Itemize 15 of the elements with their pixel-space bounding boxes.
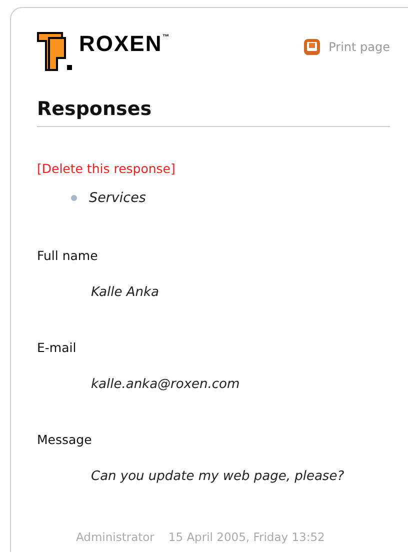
date-text: 15 April 2005, Friday 13:52 [168, 530, 325, 544]
print-link[interactable]: Print page [302, 38, 390, 56]
author-text: Administrator [76, 530, 154, 544]
print-icon [302, 38, 321, 56]
delete-link[interactable]: [Delete this response] [37, 161, 176, 176]
page-heading: Responses [37, 98, 390, 127]
logo-text: ROXEN [79, 33, 162, 55]
bullet-icon [71, 195, 77, 201]
field-label: Message [37, 432, 93, 447]
field-label: Full name [37, 248, 99, 263]
field-value: kalle.anka@roxen.com [91, 377, 241, 392]
field-value: Kalle Anka [91, 285, 160, 300]
field-value: Can you update my web page, please? [91, 469, 346, 484]
option-text: Services [89, 190, 146, 206]
field-label: E-mail [37, 340, 78, 355]
